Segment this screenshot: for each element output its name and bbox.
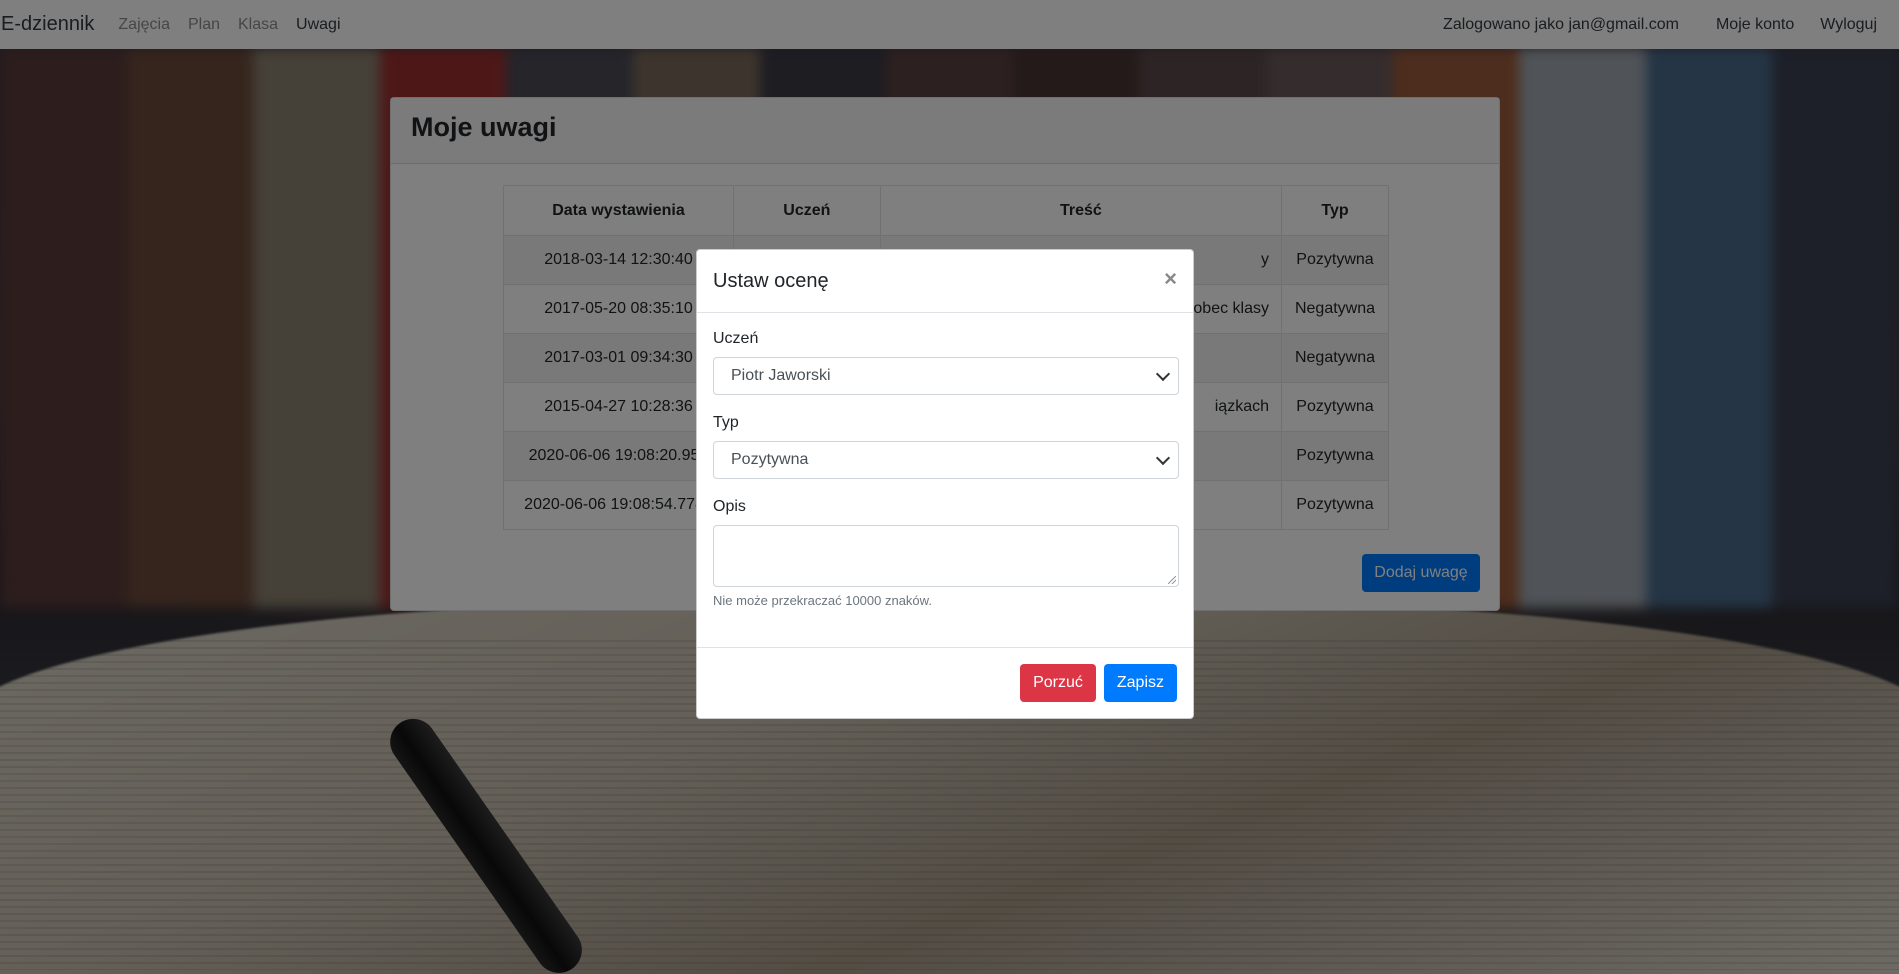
set-grade-modal: Ustaw ocenę × Uczeń Piotr Jaworski Typ P…	[696, 249, 1194, 719]
resize-handle-icon[interactable]	[1168, 576, 1176, 584]
type-select[interactable]: Pozytywna	[713, 441, 1179, 479]
type-label: Typ	[713, 414, 739, 431]
modal-title: Ustaw ocenę	[713, 269, 829, 292]
description-textarea[interactable]	[713, 525, 1179, 587]
modal-body: Uczeń Piotr Jaworski Typ Pozytywna Opis …	[697, 313, 1193, 608]
cancel-button[interactable]: Porzuć	[1020, 664, 1096, 702]
modal-footer: Porzuć Zapisz	[697, 647, 1193, 718]
chevron-down-icon	[1155, 450, 1171, 465]
student-select-value: Piotr Jaworski	[731, 367, 831, 384]
description-label: Opis	[713, 498, 746, 515]
save-button[interactable]: Zapisz	[1103, 664, 1177, 702]
type-select-value: Pozytywna	[731, 451, 809, 468]
chevron-down-icon	[1155, 366, 1171, 381]
student-label: Uczeń	[713, 330, 759, 347]
close-icon[interactable]: ×	[1164, 268, 1177, 290]
student-select[interactable]: Piotr Jaworski	[713, 357, 1179, 395]
description-help-text: Nie może przekraczać 10000 znaków.	[713, 593, 932, 608]
modal-header: Ustaw ocenę ×	[697, 250, 1193, 313]
